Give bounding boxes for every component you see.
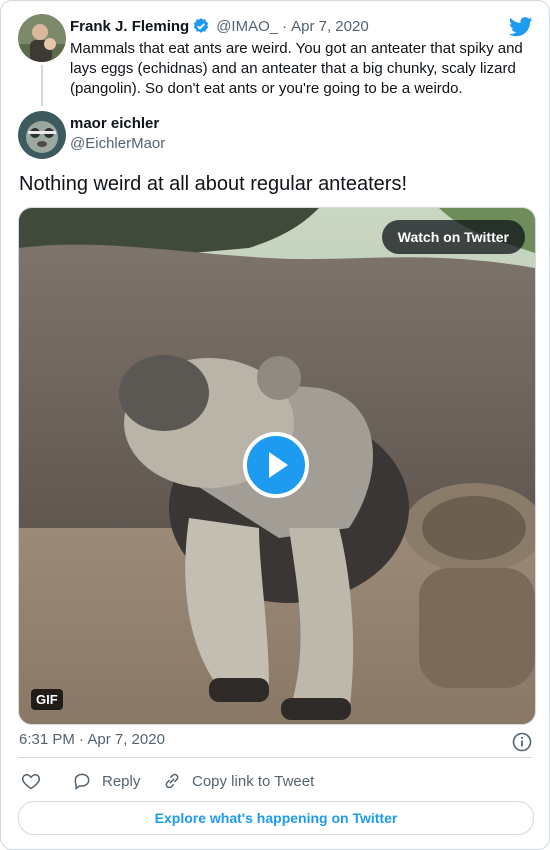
watch-on-twitter-button[interactable]: Watch on Twitter — [381, 220, 525, 254]
copy-link-button[interactable]: Copy link to Tweet — [162, 771, 314, 791]
reply-icon — [74, 773, 90, 790]
avatar-frank[interactable] — [18, 14, 66, 62]
twitter-bird-icon[interactable] — [508, 16, 533, 38]
reply-tweet-text: Nothing weird at all about regular antea… — [19, 173, 408, 195]
explore-button[interactable]: Explore what's happening on Twitter — [18, 801, 534, 835]
reply-author-name[interactable]: maor eichler — [70, 115, 159, 132]
like-button[interactable] — [21, 771, 41, 791]
play-button[interactable] — [243, 432, 309, 498]
media-gif[interactable]: Watch on Twitter GIF — [18, 207, 536, 725]
reply-button[interactable]: Reply — [72, 771, 140, 791]
thread-connector — [41, 65, 43, 106]
avatar-maor[interactable] — [18, 111, 66, 159]
heart-icon — [21, 773, 41, 790]
original-tweet-header: Frank J. Fleming @IMAO_ · Apr 7, 2020 — [70, 17, 369, 35]
info-icon[interactable] — [512, 732, 532, 752]
footer-divider — [18, 757, 532, 758]
reply-label: Reply — [102, 772, 141, 790]
separator-dot: · — [282, 17, 288, 35]
tweet-embed-card: Frank J. Fleming @IMAO_ · Apr 7, 2020 Ma… — [0, 0, 550, 850]
gif-badge: GIF — [31, 689, 63, 710]
copy-link-label: Copy link to Tweet — [192, 772, 315, 790]
verified-badge-icon — [192, 17, 210, 35]
link-icon — [165, 773, 179, 789]
author-name[interactable]: Frank J. Fleming — [70, 18, 189, 35]
author-handle[interactable]: @IMAO_ — [216, 18, 278, 35]
tweet-timestamp[interactable]: 6:31 PM · Apr 7, 2020 — [19, 731, 165, 748]
play-icon — [269, 452, 288, 478]
original-tweet-text: Mammals that eat ants are weird. You got… — [70, 40, 523, 97]
tweet-date[interactable]: Apr 7, 2020 — [291, 18, 369, 35]
reply-author-handle[interactable]: @EichlerMaor — [70, 135, 165, 152]
